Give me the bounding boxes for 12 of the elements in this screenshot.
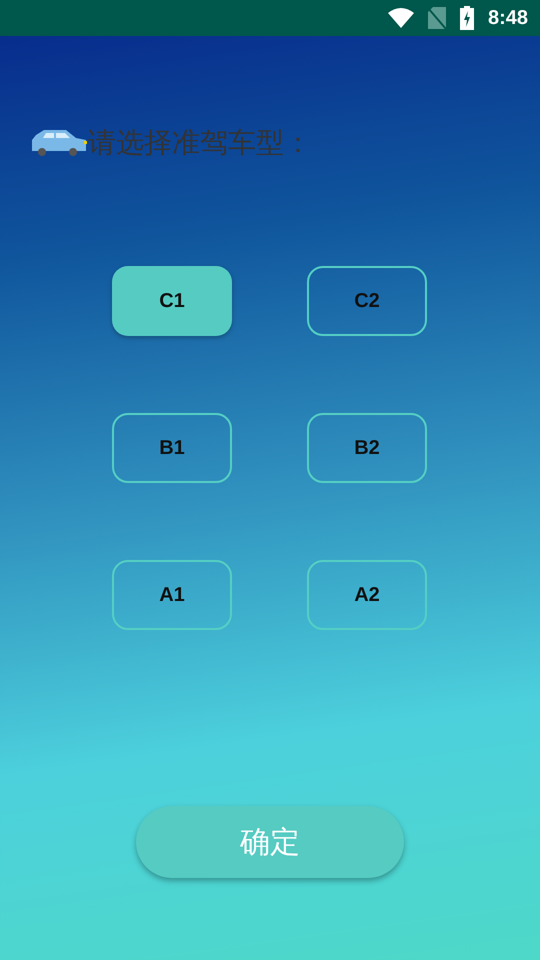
wifi-icon bbox=[388, 8, 414, 28]
prompt-text: 请选择准驾车型： bbox=[88, 125, 312, 161]
license-type-option[interactable]: B2 bbox=[307, 413, 427, 483]
license-type-option[interactable]: B1 bbox=[112, 413, 232, 483]
status-time: 8:48 bbox=[488, 6, 528, 30]
car-icon bbox=[30, 129, 88, 157]
license-type-option[interactable]: A1 bbox=[112, 560, 232, 630]
license-type-option[interactable]: C2 bbox=[307, 266, 427, 336]
license-type-option[interactable]: A2 bbox=[307, 560, 427, 630]
no-sim-icon bbox=[428, 7, 446, 29]
battery-charging-icon bbox=[460, 6, 474, 30]
license-type-option[interactable]: C1 bbox=[112, 266, 232, 336]
